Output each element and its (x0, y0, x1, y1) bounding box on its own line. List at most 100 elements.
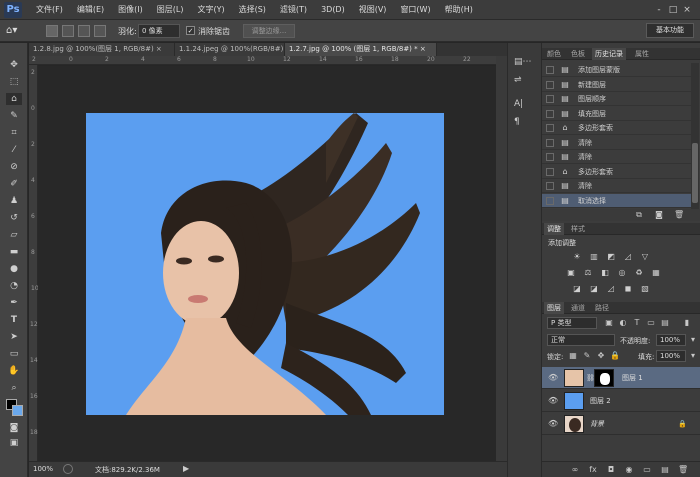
filter-shape-icon[interactable]: ▭ (646, 318, 656, 328)
menu-select[interactable]: 选择(S) (239, 4, 266, 15)
delete-state-icon[interactable]: 🗑 (674, 210, 684, 220)
adjustment-icon[interactable]: ◼ (623, 284, 633, 294)
adjustment-icon[interactable]: ▥ (589, 252, 599, 262)
fill-input[interactable]: 100% (656, 350, 686, 362)
tab-history[interactable]: 历史记录 (592, 48, 626, 60)
gradient-tool-icon[interactable]: ▬ (6, 246, 22, 258)
status-arrow-icon[interactable]: ▶ (183, 464, 189, 473)
history-snapshot-checkbox[interactable] (546, 196, 554, 205)
lasso-tool-icon[interactable]: ⌂ (6, 93, 22, 105)
menu-3d[interactable]: 3D(D) (321, 5, 345, 14)
minimize-button[interactable]: - (652, 4, 666, 16)
type-tool-icon[interactable]: T (6, 314, 22, 326)
layer-name[interactable]: 图层 2 (590, 390, 611, 412)
adjustment-icon[interactable]: ◧ (600, 268, 610, 278)
adjustment-icon[interactable]: ▧ (640, 284, 650, 294)
maximize-button[interactable]: □ (666, 4, 680, 16)
history-scrollbar[interactable] (691, 63, 699, 213)
tab-adjustments[interactable]: 调整 (544, 223, 564, 235)
menu-edit[interactable]: 编辑(E) (77, 4, 104, 15)
new-document-from-state-icon[interactable]: ⧉ (634, 210, 644, 220)
menu-layer[interactable]: 图层(L) (157, 4, 184, 15)
adjustment-icon[interactable]: ⚖ (583, 268, 593, 278)
history-item[interactable]: ▤ 取消选择 (542, 193, 691, 208)
feather-input[interactable]: 0 像素 (138, 24, 180, 38)
layer-filter-select[interactable]: P 类型 (547, 317, 597, 329)
history-item[interactable]: ▤ 清除 (542, 179, 691, 193)
visibility-eye-icon[interactable]: 👁 (548, 419, 558, 429)
new-selection-button[interactable] (46, 25, 58, 37)
eyedropper-tool-icon[interactable]: ⁄ (6, 144, 22, 156)
tab-doc-1[interactable]: 1.2.8.jpg @ 100%(图层 1, RGB/8#) × (29, 43, 175, 56)
adjustment-icon[interactable]: ◿ (606, 284, 616, 294)
history-snapshot-checkbox[interactable] (546, 80, 554, 89)
menu-window[interactable]: 窗口(W) (400, 4, 430, 15)
history-snapshot-checkbox[interactable] (546, 95, 554, 103)
marquee-tool-icon[interactable]: ⬚ (6, 76, 22, 88)
opacity-dropdown-icon[interactable]: ▾ (688, 335, 698, 345)
adjustment-icon[interactable]: ▣ (566, 268, 576, 278)
eraser-tool-icon[interactable]: ▱ (6, 229, 22, 241)
layers-footer-icon[interactable]: ◉ (624, 465, 634, 475)
history-item[interactable]: ▤ 图层顺序 (542, 92, 691, 106)
clone-stamp-tool-icon[interactable]: ♟ (6, 195, 22, 207)
hand-tool-icon[interactable]: ✋ (6, 365, 22, 377)
document-canvas[interactable] (86, 113, 444, 415)
adjustment-icon[interactable]: ◿ (623, 252, 633, 262)
add-selection-button[interactable] (62, 25, 74, 37)
adjustment-icon[interactable]: ◪ (572, 284, 582, 294)
polygonal-lasso-tool-icon[interactable]: ⌂▾ (6, 24, 28, 38)
antialias-checkbox[interactable]: ✓ (186, 26, 195, 35)
tab-styles[interactable]: 样式 (568, 223, 588, 235)
filter-pixel-icon[interactable]: ▣ (604, 318, 614, 328)
blur-tool-icon[interactable]: ● (6, 263, 22, 275)
layer-mask-thumbnail[interactable] (594, 369, 614, 387)
zoom-level[interactable]: 100% (33, 465, 53, 473)
path-selection-tool-icon[interactable]: ➤ (6, 331, 22, 343)
lock-transparent-icon[interactable]: ▦ (568, 351, 578, 361)
layers-footer-icon[interactable]: fx (588, 465, 598, 475)
adjustment-icon[interactable]: ◎ (617, 268, 627, 278)
layer-row[interactable]: 👁 ⛓ 图层 1 (542, 367, 700, 389)
character-panel-icon[interactable]: A| (514, 99, 534, 111)
layers-footer-icon[interactable]: ▤ (660, 465, 670, 475)
history-item[interactable]: ⌂ 多边形套索 (542, 121, 691, 135)
blend-mode-select[interactable]: 正常 (547, 334, 615, 346)
visibility-eye-icon[interactable]: 👁 (548, 396, 558, 406)
intersect-selection-button[interactable] (94, 25, 106, 37)
status-icon[interactable] (63, 464, 73, 474)
tab-layers[interactable]: 图层 (544, 302, 564, 314)
layer-name[interactable]: 背景 (590, 413, 604, 435)
history-panel-icon[interactable]: ▤⋯ (514, 57, 534, 69)
opacity-input[interactable]: 100% (656, 334, 686, 346)
adjustment-icon[interactable]: ◪ (589, 284, 599, 294)
visibility-eye-icon[interactable]: 👁 (548, 373, 558, 383)
vertical-scrollbar[interactable] (496, 56, 507, 461)
history-item[interactable]: ▤ 添加图层蒙版 (542, 63, 691, 77)
filter-toggle-icon[interactable]: ▮ (682, 318, 692, 328)
layers-footer-icon[interactable]: ◘ (606, 465, 616, 475)
tab-swatches[interactable]: 色板 (568, 48, 588, 60)
shape-tool-icon[interactable]: ▭ (6, 348, 22, 360)
paragraph-panel-icon[interactable]: ¶ (514, 117, 534, 129)
menu-help[interactable]: 帮助(H) (445, 4, 473, 15)
history-snapshot-checkbox[interactable] (546, 124, 554, 132)
lock-paint-icon[interactable]: ✎ (582, 351, 592, 361)
adjustment-icon[interactable]: ☀ (572, 252, 582, 262)
lock-all-icon[interactable]: 🔒 (610, 351, 620, 361)
menu-file[interactable]: 文件(F) (36, 4, 63, 15)
layers-footer-icon[interactable]: ▭ (642, 465, 652, 475)
screen-mode-icon[interactable]: ▣ (6, 437, 22, 449)
menu-view[interactable]: 视图(V) (359, 4, 387, 15)
history-item[interactable]: ⌂ 多边形套索 (542, 165, 691, 179)
menu-type[interactable]: 文字(Y) (197, 4, 224, 15)
tab-doc-3[interactable]: 1.2.7.jpg @ 100% (图层 1, RGB/8#) * × (285, 43, 437, 56)
adjustment-icon[interactable]: ▽ (640, 252, 650, 262)
filter-smart-icon[interactable]: ▤ (660, 318, 670, 328)
layer-row[interactable]: 👁 背景 🔒 (542, 413, 700, 435)
layers-footer-icon[interactable]: ∞ (570, 465, 580, 475)
quick-selection-tool-icon[interactable]: ✎ (6, 110, 22, 122)
workspace-switcher[interactable]: 基本功能 (646, 23, 694, 38)
history-snapshot-checkbox[interactable] (546, 109, 554, 118)
new-snapshot-icon[interactable]: ◙ (654, 210, 664, 220)
